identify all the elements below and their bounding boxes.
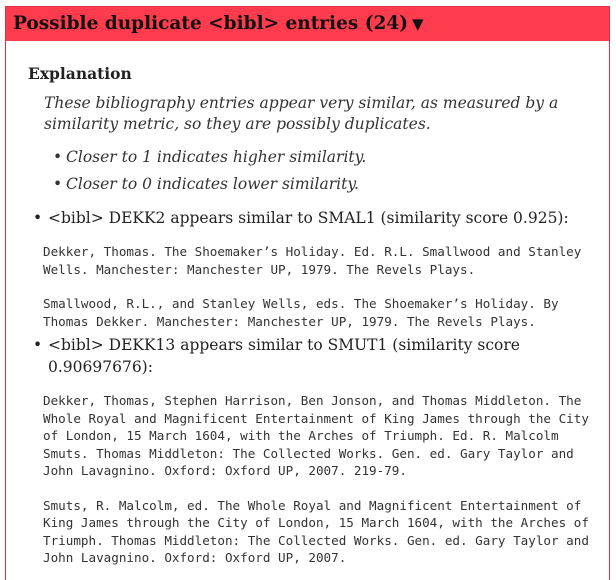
pair-title: <bibl> DEKK2 appears similar to SMAL1 (s… [48, 209, 569, 227]
panel-body: Explanation These bibliography entries a… [6, 63, 609, 567]
pair-title: <bibl> DEKK13 appears similar to SMUT1 (… [48, 336, 520, 376]
bibl-entry: Smallwood, R.L., and Stanley Wells, eds.… [43, 296, 559, 329]
explanation-text: These bibliography entries appear very s… [44, 94, 559, 133]
panel-header-toggle[interactable]: Possible duplicate <bibl> entries (24) ▼ [6, 7, 609, 41]
explanation-heading: Explanation [28, 64, 132, 83]
scale-note-high: Closer to 1 indicates higher similarity. [53, 147, 603, 168]
bibl-entry: Dekker, Thomas, Stephen Harrison, Ben Jo… [43, 393, 589, 478]
bibl-entry: Dekker, Thomas. The Shoemaker’s Holiday.… [43, 244, 582, 277]
duplicate-bibl-panel: Possible duplicate <bibl> entries (24) ▼ … [5, 6, 610, 580]
duplicate-pairs-list: <bibl> DEKK2 appears similar to SMAL1 (s… [28, 207, 603, 567]
collapse-triangle-icon[interactable]: ▼ [412, 15, 424, 33]
duplicate-pair: <bibl> DEKK2 appears similar to SMAL1 (s… [28, 207, 603, 330]
duplicate-pair: <bibl> DEKK13 appears similar to SMUT1 (… [28, 334, 603, 567]
panel-title: Possible duplicate <bibl> entries (24) [13, 13, 408, 34]
bibl-entry: Smuts, R. Malcolm, ed. The Whole Royal a… [43, 497, 589, 566]
similarity-scale-list: Closer to 1 indicates higher similarity.… [28, 147, 603, 195]
scale-note-low: Closer to 0 indicates lower similarity. [53, 174, 603, 195]
